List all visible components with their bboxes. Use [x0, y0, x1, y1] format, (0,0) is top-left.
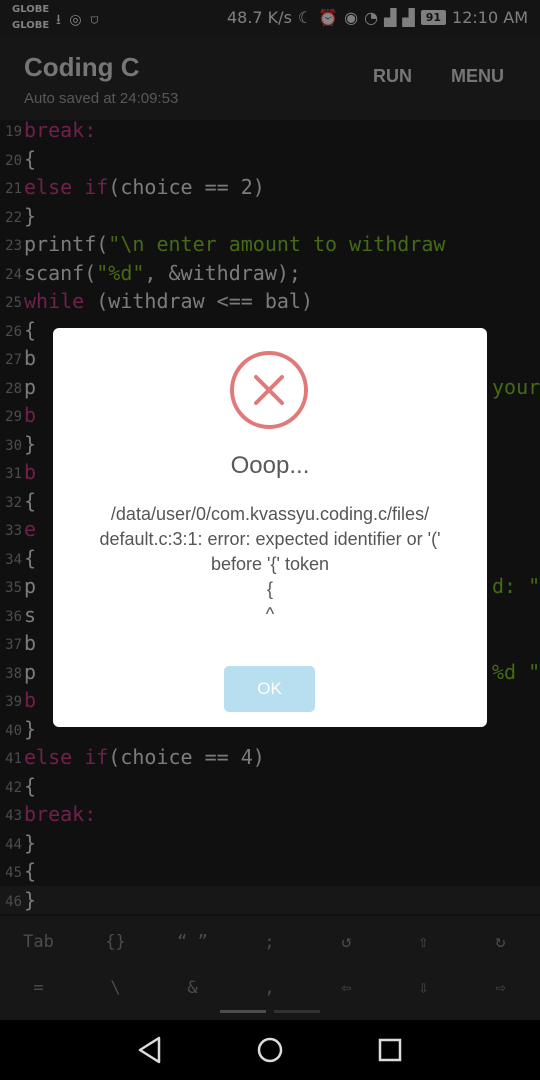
error-dialog: Ooop... /data/user/0/com.kvassyu.coding.… [53, 328, 487, 727]
dialog-message: /data/user/0/com.kvassyu.coding.c/files/… [99, 504, 441, 624]
dialog-title: Ooop... [230, 452, 310, 479]
recents-icon[interactable] [372, 1032, 408, 1068]
back-icon[interactable] [132, 1032, 168, 1068]
home-icon[interactable] [252, 1032, 288, 1068]
ok-button[interactable]: OK [224, 666, 315, 712]
navigation-bar [0, 1020, 540, 1080]
error-icon [230, 351, 308, 429]
